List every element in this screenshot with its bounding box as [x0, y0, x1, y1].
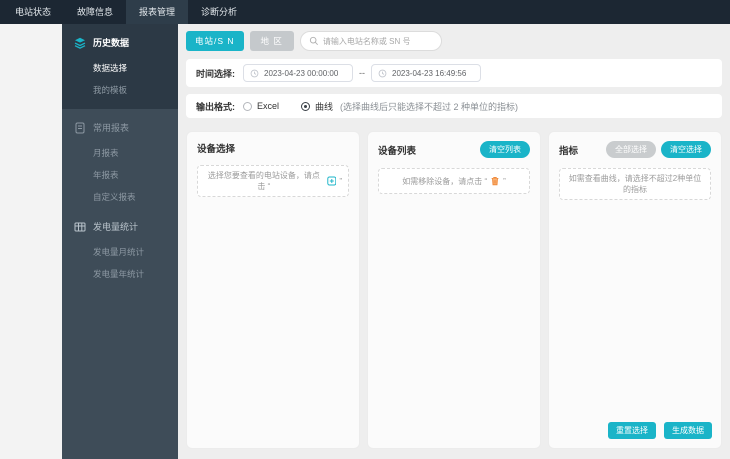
search-icon — [309, 36, 318, 45]
search-input[interactable] — [322, 36, 433, 46]
region-toggle-button[interactable]: 地 区 — [249, 31, 294, 51]
radio-option-curve[interactable]: 曲线 (选择曲线后只能选择不超过 2 种单位的指标) — [301, 100, 518, 113]
sidebar-item-monthly-report[interactable]: 月报表 — [62, 142, 178, 164]
device-select-placeholder: 选择您要查看的电站设备，请点击 “ ” — [197, 165, 349, 197]
sidebar-item-monthly-generation[interactable]: 发电量月统计 — [62, 241, 178, 263]
radio-label: 曲线 — [315, 101, 334, 112]
sidebar-item-yearly-generation[interactable]: 发电量年统计 — [62, 263, 178, 285]
start-datetime-value: 2023-04-23 00:00:00 — [264, 68, 339, 78]
output-format-card: 输出格式: Excel 曲线 (选择曲线后只能选择不超过 2 种单位的指标) — [186, 94, 722, 118]
sidebar-group-history: 历史数据 数据选择 我的模板 — [62, 24, 178, 109]
sidebar-section-common-reports[interactable]: 常用报表 — [62, 109, 178, 142]
top-navbar: 电站状态 故障信息 报表管理 诊断分析 — [0, 0, 730, 24]
layers-icon — [74, 37, 86, 49]
radio-circle[interactable] — [243, 101, 252, 111]
generate-data-button[interactable]: 生成数据 — [664, 422, 712, 439]
clock-icon — [378, 69, 387, 77]
nav-item-report-management[interactable]: 报表管理 — [126, 0, 189, 24]
panel-title: 设备列表 — [378, 145, 417, 157]
placeholder-text: 如需移除设备，请点击 “ — [402, 176, 488, 186]
clear-selection-button[interactable]: 清空选择 — [661, 141, 711, 158]
left-gutter — [0, 24, 62, 459]
sidebar-section-label: 历史数据 — [93, 38, 130, 48]
start-datetime-input[interactable]: 2023-04-23 00:00:00 — [243, 64, 353, 82]
select-all-button[interactable]: 全部选择 — [606, 141, 656, 158]
trash-icon — [491, 177, 499, 186]
search-box[interactable] — [299, 31, 442, 51]
end-datetime-value: 2023-04-23 16:49:56 — [392, 68, 467, 78]
placeholder-text: ” — [339, 176, 342, 186]
output-format-label: 输出格式: — [196, 101, 235, 112]
time-selection-card: 时间选择: 2023-04-23 00:00:00 -- 2023-04-23 … — [186, 59, 722, 87]
radio-option-excel[interactable]: Excel — [243, 101, 279, 111]
clear-list-button[interactable]: 清空列表 — [480, 141, 530, 158]
panels-row: 设备选择 选择您要查看的电站设备，请点击 “ ” 设备列表 清空列表 如需移除设… — [186, 131, 722, 449]
panel-title: 指标 — [559, 145, 579, 157]
reset-selection-button[interactable]: 重置选择 — [608, 422, 656, 439]
app-root: 电站状态 故障信息 报表管理 诊断分析 历史数据 数据选择 我的模板 常用报表 … — [0, 0, 730, 459]
station-sn-toggle-button[interactable]: 电站/S N — [186, 31, 244, 51]
sidebar-item-my-templates[interactable]: 我的模板 — [62, 79, 178, 101]
main-content: 电站/S N 地 区 时间选择: 2 — [178, 24, 730, 459]
radio-label: Excel — [257, 101, 280, 111]
nav-item-fault-info[interactable]: 故障信息 — [64, 0, 126, 24]
panel-device-select: 设备选择 选择您要查看的电站设备，请点击 “ ” — [186, 131, 360, 449]
time-range-separator: -- — [359, 68, 365, 78]
sidebar-section-history-data[interactable]: 历史数据 — [62, 24, 178, 57]
panel-indicators: 指标 全部选择 清空选择 如需查看曲线，请选择不超过2种单位的指标 重置选择 生… — [548, 131, 722, 449]
sidebar-item-yearly-report[interactable]: 年报表 — [62, 164, 178, 186]
panel-title: 设备选择 — [197, 144, 236, 155]
sidebar-section-label: 常用报表 — [93, 123, 130, 133]
table-icon — [74, 222, 86, 231]
nav-item-diagnosis[interactable]: 诊断分析 — [188, 0, 250, 24]
sidebar-item-data-selection[interactable]: 数据选择 — [62, 57, 178, 79]
time-selection-label: 时间选择: — [196, 68, 235, 79]
sidebar-section-label: 发电量统计 — [93, 222, 139, 232]
clock-icon — [250, 69, 259, 77]
end-datetime-input[interactable]: 2023-04-23 16:49:56 — [371, 64, 481, 82]
placeholder-text: ” — [503, 176, 506, 186]
placeholder-text: 如需查看曲线，请选择不超过2种单位的指标 — [568, 174, 702, 194]
sidebar: 历史数据 数据选择 我的模板 常用报表 月报表 年报表 自定义报表 发电量统计 … — [62, 24, 178, 459]
device-list-placeholder: 如需移除设备，请点击 “ ” — [378, 168, 530, 194]
radio-circle-checked[interactable] — [301, 101, 311, 111]
panel-device-list: 设备列表 清空列表 如需移除设备，请点击 “ ” — [367, 131, 541, 449]
sidebar-section-generation-stats[interactable]: 发电量统计 — [62, 208, 178, 241]
panel-actions: 重置选择 生成数据 — [608, 422, 712, 439]
placeholder-text: 选择您要查看的电站设备，请点击 “ — [207, 171, 320, 191]
add-square-icon — [327, 176, 337, 186]
indicators-placeholder: 如需查看曲线，请选择不超过2种单位的指标 — [559, 168, 711, 200]
radio-note: (选择曲线后只能选择不超过 2 种单位的指标) — [340, 101, 519, 112]
sidebar-item-custom-report[interactable]: 自定义报表 — [62, 186, 178, 208]
filter-row: 电站/S N 地 区 — [186, 31, 722, 51]
nav-item-station-status[interactable]: 电站状态 — [2, 0, 64, 24]
report-icon — [75, 122, 85, 133]
